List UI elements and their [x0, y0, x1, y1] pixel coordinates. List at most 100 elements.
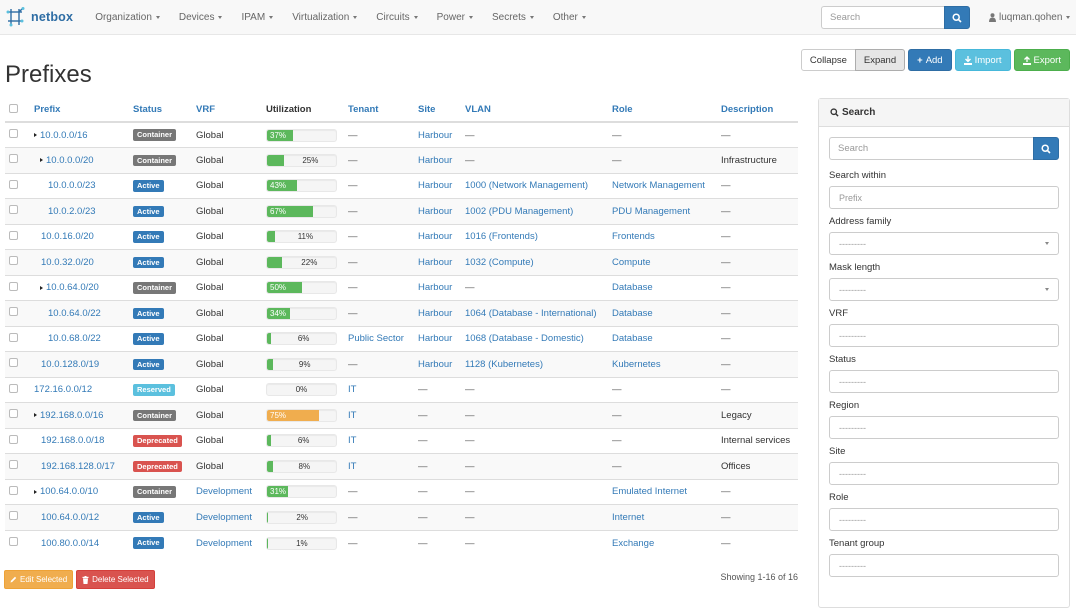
vlan-link[interactable]: 1000 (Network Management) — [465, 180, 588, 191]
site-link[interactable]: Harbour — [418, 282, 452, 293]
row-checkbox[interactable] — [9, 129, 18, 138]
filter-site-input[interactable]: --------- — [829, 462, 1059, 485]
row-checkbox[interactable] — [9, 281, 18, 291]
header-tenant[interactable]: Tenant — [344, 98, 414, 123]
role-link[interactable]: Frontends — [612, 231, 655, 242]
filter-vrf-input[interactable]: --------- — [829, 324, 1059, 347]
header-status[interactable]: Status — [129, 98, 192, 123]
site-link[interactable]: Harbour — [418, 155, 452, 166]
row-checkbox[interactable] — [9, 205, 18, 215]
tenant-link[interactable]: IT — [348, 461, 356, 472]
prefix-link[interactable]: 10.0.64.0/22 — [48, 308, 101, 319]
role-link[interactable]: Database — [612, 333, 653, 344]
add-button[interactable]: + Add — [908, 49, 952, 71]
role-link[interactable]: Database — [612, 308, 653, 319]
filter-search-button[interactable] — [1033, 137, 1059, 160]
expand-toggle-icon[interactable] — [40, 158, 43, 163]
row-checkbox[interactable] — [9, 230, 18, 240]
header-site[interactable]: Site — [414, 98, 461, 123]
prefix-link[interactable]: 10.0.64.0/20 — [46, 282, 99, 293]
header-description[interactable]: Description — [717, 98, 798, 123]
filter-status-input[interactable]: --------- — [829, 370, 1059, 393]
user-menu[interactable]: luqman.qohen — [989, 12, 1071, 23]
row-checkbox[interactable] — [9, 485, 18, 495]
collapse-button[interactable]: Collapse — [800, 49, 856, 71]
role-link[interactable]: Network Management — [612, 180, 705, 191]
tenant-link[interactable]: IT — [348, 435, 356, 446]
filter-role-input[interactable]: --------- — [829, 508, 1059, 531]
filter-region-input[interactable]: --------- — [829, 416, 1059, 439]
role-link[interactable]: Kubernetes — [612, 359, 661, 370]
filter-search-input[interactable] — [829, 137, 1033, 160]
expand-toggle-icon[interactable] — [34, 489, 37, 494]
nav-item-other[interactable]: Other — [553, 12, 586, 23]
vlan-link[interactable]: 1068 (Database - Domestic) — [465, 333, 584, 344]
navbar-search-button[interactable] — [944, 6, 970, 29]
filter-tenant-group-input[interactable]: --------- — [829, 554, 1059, 577]
row-checkbox[interactable] — [9, 383, 18, 393]
site-link[interactable]: Harbour — [418, 333, 452, 344]
filter-address-family-select[interactable]: --------- — [829, 232, 1059, 255]
row-checkbox[interactable] — [9, 511, 18, 521]
vrf-link[interactable]: Development — [196, 486, 252, 497]
export-button[interactable]: Export — [1013, 49, 1070, 71]
prefix-link[interactable]: 192.168.0.0/16 — [40, 410, 103, 421]
vrf-link[interactable]: Development — [196, 512, 252, 523]
tenant-link[interactable]: Public Sector — [348, 333, 404, 344]
vrf-link[interactable]: Development — [196, 538, 252, 549]
site-link[interactable]: Harbour — [418, 206, 452, 217]
nav-item-power[interactable]: Power — [437, 12, 473, 23]
vlan-link[interactable]: 1032 (Compute) — [465, 257, 534, 268]
nav-item-organization[interactable]: Organization — [95, 12, 160, 23]
nav-item-virtualization[interactable]: Virtualization — [292, 12, 358, 23]
role-link[interactable]: PDU Management — [612, 206, 690, 217]
role-link[interactable]: Database — [612, 282, 653, 293]
site-link[interactable]: Harbour — [418, 180, 452, 191]
prefix-link[interactable]: 192.168.0.0/18 — [41, 435, 104, 446]
row-checkbox[interactable] — [9, 307, 18, 317]
edit-selected-button[interactable]: Edit Selected — [4, 570, 74, 589]
delete-selected-button[interactable]: Delete Selected — [76, 570, 155, 589]
prefix-link[interactable]: 100.80.0.0/14 — [41, 538, 99, 549]
tenant-link[interactable]: IT — [348, 410, 356, 421]
filter-mask-length-select[interactable]: --------- — [829, 278, 1059, 301]
header-vrf[interactable]: VRF — [192, 98, 262, 123]
prefix-link[interactable]: 10.0.16.0/20 — [41, 231, 94, 242]
role-link[interactable]: Emulated Internet — [612, 486, 687, 497]
header-prefix[interactable]: Prefix — [30, 98, 129, 123]
expand-toggle-icon[interactable] — [34, 132, 37, 137]
prefix-link[interactable]: 10.0.0.0/20 — [46, 155, 94, 166]
vlan-link[interactable]: 1016 (Frontends) — [465, 231, 538, 242]
site-link[interactable]: Harbour — [418, 359, 452, 370]
row-checkbox[interactable] — [9, 179, 18, 189]
prefix-link[interactable]: 172.16.0.0/12 — [34, 384, 92, 395]
row-checkbox[interactable] — [9, 332, 18, 342]
vlan-link[interactable]: 1064 (Database - International) — [465, 308, 597, 319]
site-link[interactable]: Harbour — [418, 257, 452, 268]
role-link[interactable]: Compute — [612, 257, 651, 268]
expand-button[interactable]: Expand — [854, 49, 906, 71]
site-link[interactable]: Harbour — [418, 130, 452, 141]
brand[interactable]: netbox — [5, 0, 73, 35]
prefix-link[interactable]: 10.0.128.0/19 — [41, 359, 99, 370]
header-vlan[interactable]: VLAN — [461, 98, 608, 123]
prefix-link[interactable]: 100.64.0.0/10 — [40, 486, 98, 497]
prefix-link[interactable]: 10.0.2.0/23 — [48, 206, 96, 217]
nav-item-devices[interactable]: Devices — [179, 12, 223, 23]
role-link[interactable]: Internet — [612, 512, 644, 523]
nav-item-ipam[interactable]: IPAM — [241, 12, 274, 23]
site-link[interactable]: Harbour — [418, 231, 452, 242]
prefix-link[interactable]: 10.0.32.0/20 — [41, 257, 94, 268]
prefix-link[interactable]: 10.0.68.0/22 — [48, 333, 101, 344]
tenant-link[interactable]: IT — [348, 384, 356, 395]
row-checkbox[interactable] — [9, 154, 18, 164]
prefix-link[interactable]: 10.0.0.0/16 — [40, 130, 88, 141]
row-checkbox[interactable] — [9, 358, 18, 368]
prefix-link[interactable]: 192.168.128.0/17 — [41, 461, 115, 472]
row-checkbox[interactable] — [9, 537, 18, 546]
import-button[interactable]: Import — [954, 49, 1011, 71]
role-link[interactable]: Exchange — [612, 538, 654, 549]
expand-toggle-icon[interactable] — [34, 413, 37, 418]
row-checkbox[interactable] — [9, 256, 18, 266]
row-checkbox[interactable] — [9, 434, 18, 444]
